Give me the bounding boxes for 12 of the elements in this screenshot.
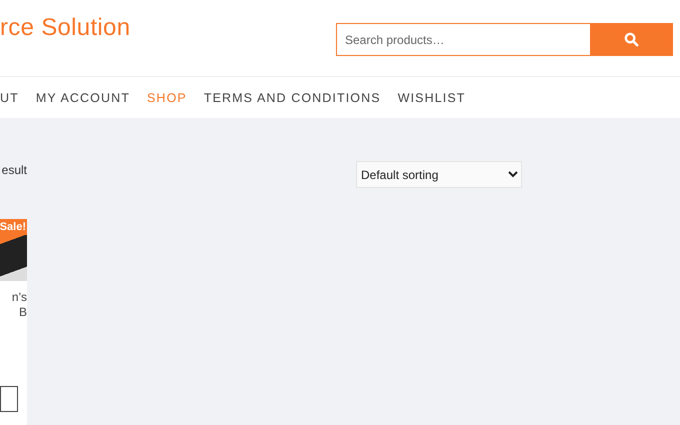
nav-link[interactable]: MY ACCOUNT — [36, 90, 130, 104]
product-title[interactable]: B — [18, 305, 27, 320]
sorting-select[interactable]: Default sorting — [356, 161, 522, 188]
product-title[interactable]: n’s — [12, 290, 27, 305]
nav-link[interactable]: WISHLIST — [398, 90, 466, 104]
result-count: esult — [2, 163, 27, 177]
sale-badge: Sale! — [0, 219, 27, 235]
search-button[interactable] — [590, 23, 673, 56]
search-icon — [624, 32, 639, 47]
nav-link[interactable]: TERMS AND CONDITIONS — [204, 90, 381, 104]
search-field[interactable]: Search products… — [336, 23, 590, 56]
nav-link[interactable]: UT — [0, 90, 19, 104]
